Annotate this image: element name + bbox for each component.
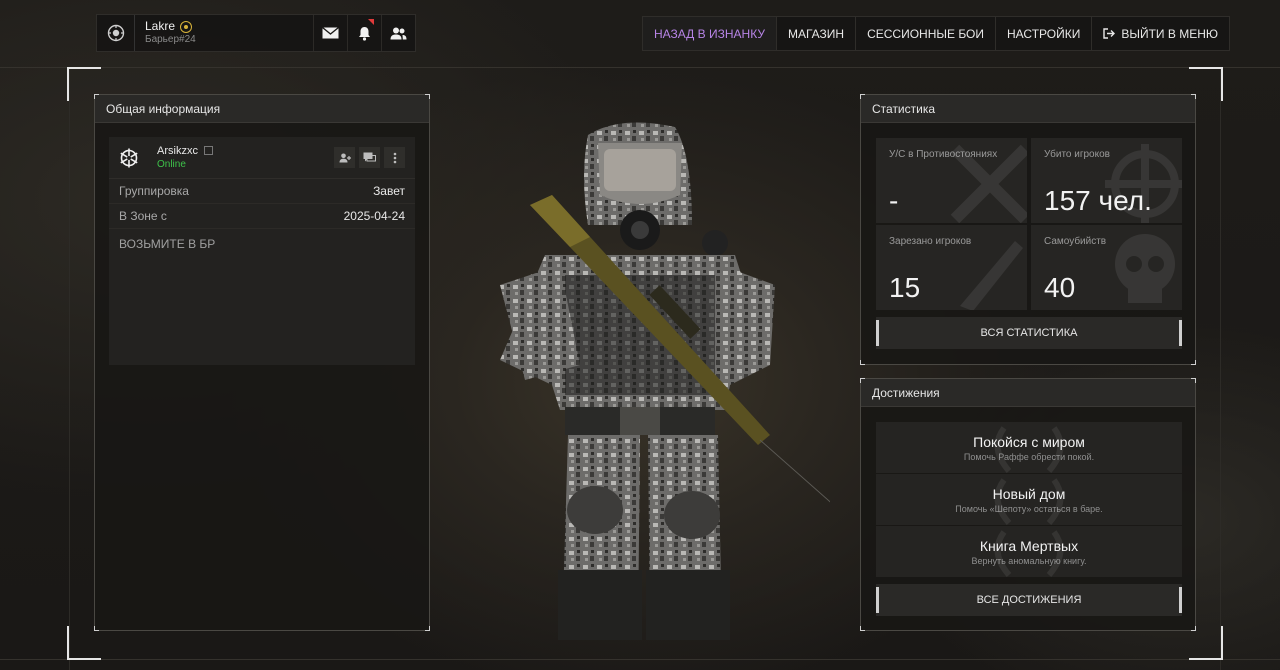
laurel-wreath-icon <box>994 477 1064 525</box>
mail-icon <box>322 27 339 39</box>
stat-cell-players-killed: Убито игроков 157 чел. <box>1031 138 1182 223</box>
nav-label: СЕССИОННЫЕ БОИ <box>867 26 985 41</box>
rank-badge-icon <box>180 21 193 34</box>
crossed-swords-icon <box>950 144 1027 223</box>
mail-button[interactable] <box>313 15 347 51</box>
all-statistics-button[interactable]: ВСЯ СТАТИСТИКА <box>876 317 1182 349</box>
info-value: Завет <box>373 184 405 198</box>
stats-grid: У/С в Противостояниях - Убито игроков 15… <box>876 138 1182 310</box>
info-value: 2025-04-24 <box>343 209 405 223</box>
stat-cell-suicides: Самоубийств 40 <box>1031 225 1182 310</box>
stat-value: 15 <box>889 272 921 303</box>
stat-cell-pvp-kd: У/С в Противостояниях - <box>876 138 1027 223</box>
knife-icon <box>960 241 1023 310</box>
info-row-zone-since: В Зоне с 2025-04-24 <box>109 204 415 229</box>
stat-value: 157 чел. <box>1044 185 1152 216</box>
player-name: Lakre <box>145 19 176 34</box>
info-key: В Зоне с <box>119 209 167 223</box>
notifications-button[interactable] <box>347 15 381 51</box>
statistics-panel: Статистика У/С в Противостояниях - Убито… <box>860 94 1196 365</box>
button-label: ВСЯ СТАТИСТИКА <box>980 327 1078 339</box>
friends-icon <box>390 27 407 39</box>
notification-indicator <box>368 19 374 25</box>
more-vertical-icon <box>393 152 396 163</box>
nav-label: МАГАЗИН <box>787 26 845 41</box>
message-button[interactable] <box>359 147 380 168</box>
info-row-group: Группировка Завет <box>109 179 415 204</box>
nav-back-to-underside[interactable]: НАЗАД В ИЗНАНКУ <box>643 17 777 50</box>
nav-session-battles[interactable]: СЕССИОННЫЕ БОИ <box>856 17 997 50</box>
stat-value: 40 <box>1044 272 1076 303</box>
all-achievements-button[interactable]: ВСЕ ДОСТИЖЕНИЯ <box>876 584 1182 616</box>
user-row: Arsikzxc Online <box>109 137 415 179</box>
profile-note: ВОЗЬМИТЕ В БР <box>119 237 216 251</box>
nav-label: НАЗАД В ИЗНАНКУ <box>654 26 765 41</box>
stat-value: - <box>889 185 899 216</box>
character-model <box>470 115 846 650</box>
player-tag: Барьер#24 <box>145 34 196 46</box>
nav-exit-to-menu[interactable]: ВЫЙТИ В МЕНЮ <box>1092 17 1229 50</box>
faction-emblem-icon <box>97 15 135 51</box>
top-navigation: НАЗАД В ИЗНАНКУ МАГАЗИН СЕССИОННЫЕ БОИ Н… <box>642 16 1231 51</box>
achievement-item[interactable]: Новый дом Помочь «Шепоту» остаться в бар… <box>876 474 1182 525</box>
button-label: ВСЕ ДОСТИЖЕНИЯ <box>976 594 1082 606</box>
user-status: Online <box>157 159 186 171</box>
copy-icon[interactable] <box>203 146 213 156</box>
laurel-wreath-icon <box>994 529 1064 577</box>
frame-right-line <box>1220 68 1221 670</box>
nav-shop[interactable]: МАГАЗИН <box>777 17 857 50</box>
exit-icon <box>1103 28 1116 39</box>
laurel-wreath-icon <box>994 425 1064 473</box>
nav-label: ВЫЙТИ В МЕНЮ <box>1121 26 1219 41</box>
add-friend-icon <box>339 153 351 162</box>
group-emblem-icon <box>119 148 139 168</box>
chat-icon <box>363 152 376 162</box>
achievements-list: Покойся с миром Помочь Раффе обрести пок… <box>876 422 1182 578</box>
frame-corner-bl <box>67 626 101 660</box>
achievement-item[interactable]: Покойся с миром Помочь Раффе обрести пок… <box>876 422 1182 473</box>
nav-settings[interactable]: НАСТРОЙКИ <box>996 17 1093 50</box>
info-key: Группировка <box>119 184 189 198</box>
panel-title: Статистика <box>861 95 1195 123</box>
frame-top-line <box>0 67 1280 68</box>
user-name: Arsikzxc <box>157 144 198 157</box>
add-friend-button[interactable] <box>334 147 355 168</box>
player-card: Lakre Барьер#24 <box>96 14 416 52</box>
stat-cell-players-knifed: Зарезано игроков 15 <box>876 225 1027 310</box>
frame-left-line <box>69 68 70 670</box>
friends-button[interactable] <box>381 15 415 51</box>
frame-bottom-line <box>0 659 1280 660</box>
panel-title: Общая информация <box>95 95 429 123</box>
skull-icon <box>1115 234 1175 303</box>
bell-icon <box>359 26 370 41</box>
achievement-item[interactable]: Книга Мертвых Вернуть аномальную книгу. <box>876 526 1182 577</box>
frame-corner-br <box>1189 626 1223 660</box>
more-options-button[interactable] <box>384 147 405 168</box>
profile-card: Arsikzxc Online Группировка Завет В Зоне… <box>109 137 415 365</box>
general-info-panel: Общая информация Arsikzxc Online Группир… <box>94 94 430 631</box>
nav-label: НАСТРОЙКИ <box>1007 26 1081 41</box>
achievements-panel: Достижения Покойся с миром Помочь Раффе … <box>860 378 1196 631</box>
panel-title: Достижения <box>861 379 1195 407</box>
